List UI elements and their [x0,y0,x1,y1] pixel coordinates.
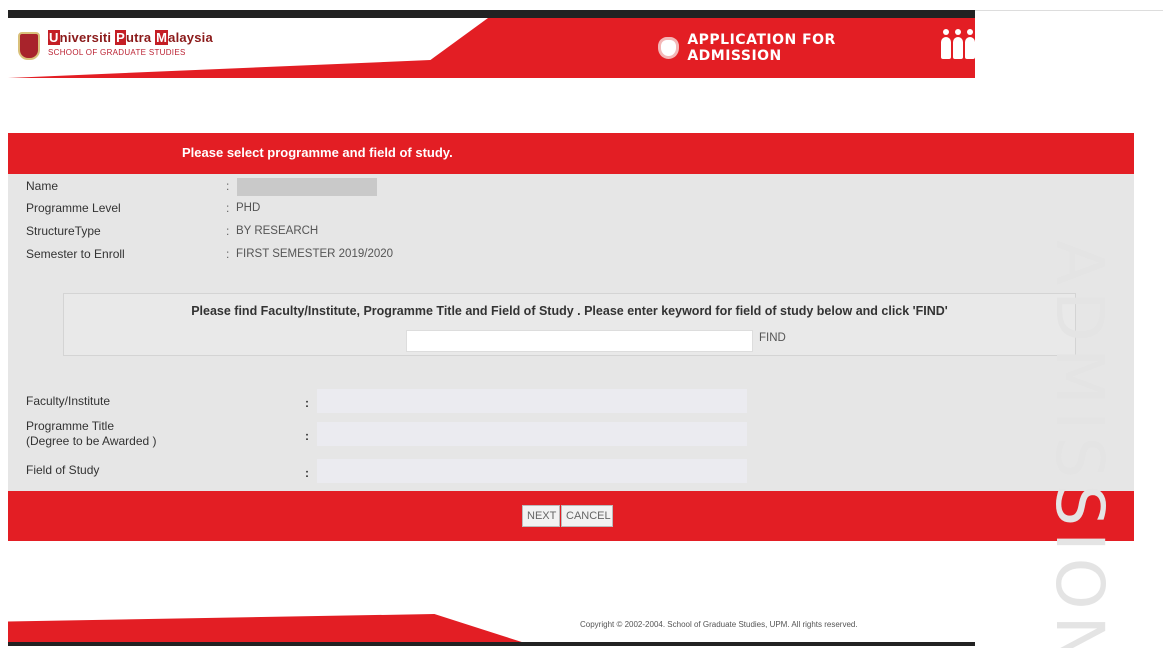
programme-title-label-line2: (Degree to be Awarded ) [26,434,157,448]
top-right-rule [975,10,1163,11]
structure-type-value: BY RESEARCH [236,225,319,237]
find-instruction: Please find Faculty/Institute, Programme… [191,304,948,318]
faculty-field[interactable] [317,389,747,413]
application-title: APPLICATION FOR ADMISSION [687,32,836,64]
copyright-text: Copyright © 2002-2004. School of Graduat… [580,620,858,629]
footer-red-swoosh [8,614,528,644]
university-name: Universiti Putra Malaysia [48,30,213,45]
field-of-study-separator: : [305,466,309,480]
panel-title-bar: Please select programme and field of stu… [8,133,1134,174]
cancel-button[interactable]: CANCEL [561,505,613,527]
admission-watermark: ADMISSION [1041,240,1118,648]
find-button[interactable]: FIND [759,332,786,344]
name-separator: : [226,179,230,193]
logo-initial: U [48,30,60,45]
faculty-label: Faculty/Institute [26,394,111,408]
semester-value: FIRST SEMESTER 2019/2020 [236,248,394,260]
name-label: Name [26,179,59,193]
programme-title-field[interactable] [317,422,747,446]
footer-line [8,642,975,646]
field-of-study-label: Field of Study [26,463,100,477]
faculty-separator: : [305,396,309,410]
name-value-redacted [237,178,377,196]
logo-word: niversiti [59,30,116,45]
shield-icon [658,37,680,59]
header-title-group: APPLICATION FOR ADMISSION [658,28,975,68]
next-button[interactable]: NEXT [522,505,560,527]
field-of-study-field[interactable] [317,459,747,483]
semester-label: Semester to Enroll [26,247,125,261]
panel-title: Please select programme and field of stu… [182,145,453,160]
programme-title-label: Programme Title (Degree to be Awarded ) [26,419,157,449]
find-box: Please find Faculty/Institute, Programme… [63,293,1076,356]
logo-initial: P [115,30,126,45]
programme-level-separator: : [226,201,230,215]
logo-initial: M [155,30,169,45]
action-bar: NEXT CANCEL [8,491,1134,541]
person-icon [953,29,963,59]
structure-type-label: StructureType [26,224,101,238]
logo-word: alaysia [168,30,213,45]
programme-level-value: PHD [236,202,261,214]
people-icon [941,29,975,59]
field-of-study-search-input[interactable] [406,330,753,352]
structure-type-separator: : [226,224,230,238]
person-icon [941,29,951,59]
application-form-panel: Please select programme and field of stu… [8,133,1134,541]
upm-seal-icon [18,32,40,60]
programme-title-separator: : [305,429,309,443]
school-name: SCHOOL OF GRADUATE STUDIES [48,48,186,57]
logo-word: utra [125,30,156,45]
page-footer: Copyright © 2002-2004. School of Graduat… [8,610,975,646]
page-header: Universiti Putra Malaysia SCHOOL OF GRAD… [8,18,975,78]
programme-level-label: Programme Level [26,201,121,215]
person-icon [965,29,975,59]
semester-separator: : [226,247,230,261]
programme-title-label-line1: Programme Title [26,419,115,433]
top-strip [8,10,975,18]
